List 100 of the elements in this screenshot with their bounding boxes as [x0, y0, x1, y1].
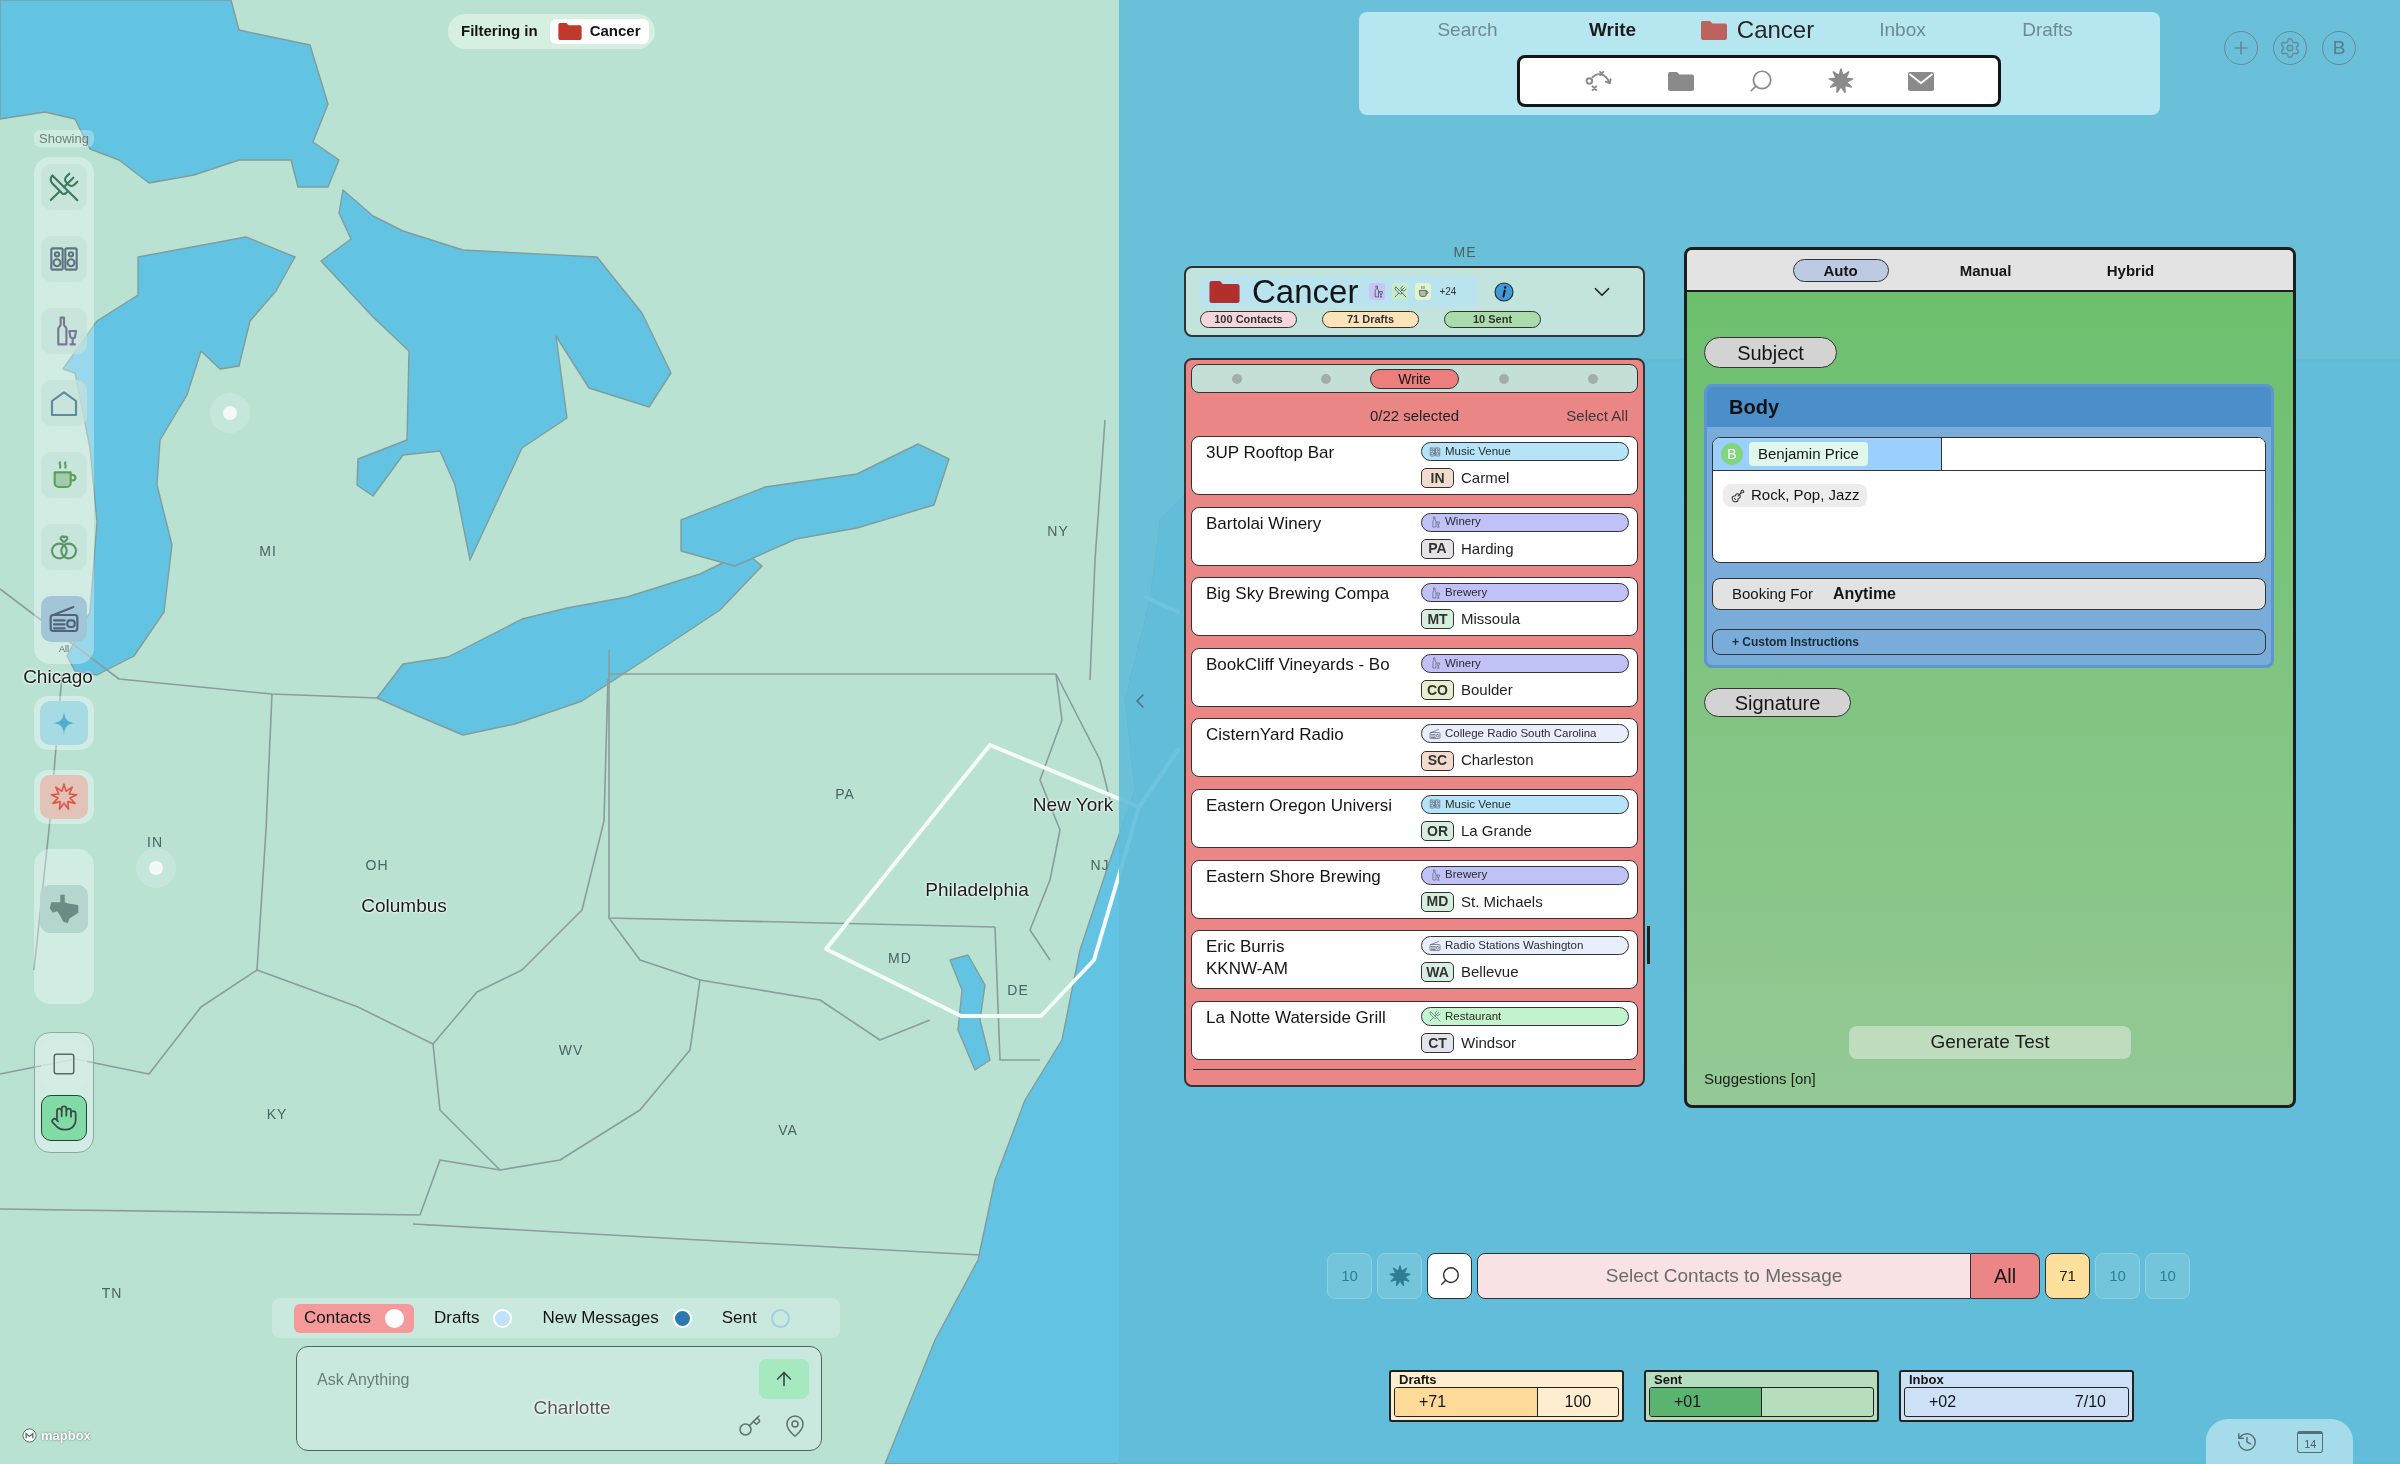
burst-button[interactable]	[40, 775, 88, 819]
selection-count: 0/22 selected	[1369, 406, 1460, 426]
calendar-button[interactable]: 14	[2297, 1430, 2324, 1453]
recipient-avatar: B	[1721, 443, 1743, 465]
count-chip: 71 Drafts	[1322, 311, 1419, 328]
contact-row[interactable]: Eastern Shore Brewing Brewery MD St. Michaels	[1191, 859, 1638, 919]
resize-handle[interactable]	[1647, 926, 1650, 964]
mail-button[interactable]	[1908, 71, 1934, 91]
folder-title: Cancer	[1252, 275, 1359, 308]
state-label: VA	[778, 1123, 798, 1137]
folder-icon	[1209, 280, 1240, 303]
send-button[interactable]	[759, 1359, 809, 1399]
city-label: Boulder	[1461, 679, 1513, 700]
key-button[interactable]	[738, 1414, 762, 1438]
contact-name: 3UP Rooftop Bar	[1206, 442, 1336, 464]
nav-tab[interactable]: Write	[1540, 12, 1685, 48]
contact-row[interactable]: BookCliff Vineyards - Bo Winery CO Boulder	[1191, 647, 1638, 707]
contact-row[interactable]: La Notte Waterside Grill Restaurant CT Windsor	[1191, 1000, 1638, 1060]
count-chip: 10 Sent	[1444, 311, 1541, 328]
state-label: NJ	[1090, 858, 1110, 872]
category-filter-button[interactable]	[41, 524, 87, 570]
wine-bottle-icon	[1369, 283, 1386, 300]
contact-row[interactable]: Eric Burris KKNW-AM Radio Stations Washington WA Bellevue	[1191, 930, 1638, 990]
coffee-cup-icon	[1415, 283, 1432, 300]
category-filter-button[interactable]	[41, 380, 87, 426]
category-filter-button[interactable]	[41, 236, 87, 282]
history-button[interactable]	[2235, 1430, 2258, 1453]
message-field[interactable]: Select Contacts to Message	[1477, 1253, 1971, 1299]
folder-icon	[557, 23, 582, 40]
state-label: MD	[888, 951, 912, 965]
mode-tab[interactable]: Manual	[1937, 258, 2034, 282]
subject-button[interactable]: Subject	[1704, 337, 1837, 368]
region-button[interactable]	[40, 885, 88, 933]
legend-toggle[interactable]: Contacts	[294, 1303, 415, 1333]
contact-row[interactable]: 3UP Rooftop Bar Music Venue IN Carmel	[1191, 436, 1638, 495]
state-badge: IN	[1421, 468, 1454, 489]
burst-button[interactable]	[1828, 68, 1854, 94]
contact-row[interactable]: Bartolai Winery Winery PA Harding	[1191, 506, 1638, 566]
category-label: Music Venue	[1445, 798, 1511, 811]
location-button[interactable]	[783, 1414, 807, 1438]
folder-icon	[1700, 20, 1727, 40]
key-icon	[738, 1414, 762, 1438]
filter-button[interactable]: All	[1971, 1253, 2040, 1299]
folder-tab[interactable]: Cancer	[1685, 12, 1830, 48]
category-label: Winery	[1445, 516, 1481, 528]
category-filter-button[interactable]	[41, 308, 87, 354]
ask-field[interactable]: Ask Anything	[317, 1369, 759, 1395]
state-badge: CT	[1421, 1033, 1454, 1053]
folder-button[interactable]	[1668, 71, 1694, 91]
generate-test-button[interactable]: Generate Test	[1849, 1025, 2131, 1059]
stat-title: Inbox	[1908, 1372, 1944, 1387]
legend-toggle[interactable]: Drafts	[424, 1303, 523, 1333]
body-editor[interactable]: B Benjamin Price Rock, Pop, Jazz	[1712, 437, 2266, 563]
legend-toggle[interactable]: Sent	[711, 1303, 800, 1333]
contact-row[interactable]: Eastern Oregon Universi Music Venue OR La Grande	[1191, 788, 1638, 848]
logo-icon	[22, 1428, 37, 1444]
recipient-name: Benjamin Price	[1749, 442, 1868, 466]
booking-selector[interactable]: Booking For Anytime	[1712, 578, 2266, 610]
page-tab[interactable]: Write	[1370, 368, 1459, 389]
showing-label: Showing	[34, 130, 94, 147]
category-filter-button[interactable]	[41, 164, 87, 210]
category-filter-button[interactable]	[41, 452, 87, 498]
city-label: Missoula	[1461, 609, 1521, 630]
legend-toggle[interactable]: New Messages	[532, 1303, 702, 1333]
mode-tab[interactable]: Auto	[1792, 258, 1889, 282]
search-button[interactable]	[1427, 1253, 1472, 1299]
fork-knife-icon	[1392, 283, 1409, 300]
contact-row[interactable]: Big Sky Brewing Compa Brewery MT Missoula	[1191, 577, 1638, 637]
stat-title: Drafts	[1398, 1372, 1437, 1387]
square-icon	[51, 1051, 77, 1077]
map-pin-icon	[783, 1414, 807, 1438]
category-filter-button[interactable]	[41, 596, 87, 642]
strategy-icon	[1584, 68, 1614, 94]
strategy-button[interactable]	[1584, 68, 1614, 94]
pan-tool-button[interactable]	[41, 1095, 87, 1141]
state-label: NY	[1047, 524, 1069, 538]
state-badge: MT	[1421, 609, 1454, 630]
suggestions-toggle[interactable]: Suggestions [on]	[1704, 1067, 1816, 1090]
fork-knife-icon	[48, 171, 80, 203]
recipient-cell[interactable]: B Benjamin Price	[1713, 438, 1942, 470]
signature-button[interactable]: Signature	[1704, 688, 1851, 717]
city-label: St. Michaels	[1461, 891, 1543, 912]
category-label: Restaurant	[1445, 1010, 1502, 1022]
mode-tab[interactable]: Hybrid	[2082, 258, 2179, 282]
contact-name: Big Sky Brewing Compa	[1206, 583, 1391, 606]
radio-icon	[1429, 939, 1441, 952]
location-dot-icon	[136, 848, 176, 888]
category-label: Brewery	[1445, 586, 1488, 599]
info-icon[interactable]	[1494, 281, 1514, 302]
count-button[interactable]: 71	[2045, 1253, 2090, 1299]
select-all-link[interactable]: Select All	[1566, 405, 1628, 428]
city-label: Chicago	[23, 666, 93, 686]
contact-row[interactable]: CisternYard Radio College Radio South Carolina SC Charleston	[1191, 718, 1638, 778]
fork-knife-icon	[1429, 1010, 1441, 1023]
contact-name: Eric Burris KKNW-AM	[1206, 936, 1289, 981]
city-label: La Grande	[1461, 820, 1532, 841]
starburst-icon	[50, 783, 78, 811]
custom-instructions-button[interactable]: + Custom Instructions	[1712, 629, 2266, 655]
city-label: Charlotte	[533, 1397, 611, 1417]
sparkle-button[interactable]	[40, 701, 88, 745]
